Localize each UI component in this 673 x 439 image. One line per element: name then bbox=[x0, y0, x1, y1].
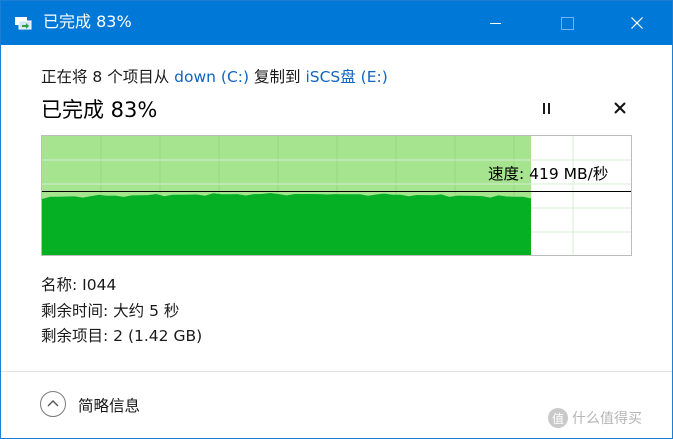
minimize-button[interactable] bbox=[472, 1, 518, 45]
collapse-label[interactable]: 简略信息 bbox=[78, 394, 140, 416]
title-bar[interactable]: 已完成 83% bbox=[1, 1, 672, 45]
time-remaining-value: 大约 5 秒 bbox=[113, 301, 180, 320]
copy-description: 正在将 8 个项目从 down (C:) 复制到 iSCS盘 (E:) bbox=[41, 65, 388, 87]
pause-icon bbox=[542, 101, 550, 115]
maximize-button[interactable] bbox=[544, 1, 590, 45]
speed-label: 速度: 419 MB/秒 bbox=[488, 165, 609, 183]
copy-middle: 复制到 bbox=[253, 68, 301, 86]
name-label: 名称: bbox=[41, 276, 78, 294]
file-copy-icon bbox=[14, 15, 32, 31]
watermark-logo: 值 bbox=[548, 408, 568, 428]
cancel-button[interactable] bbox=[611, 99, 629, 117]
speed-graph: 速度: 419 MB/秒 bbox=[41, 135, 632, 256]
maximize-icon bbox=[560, 16, 574, 30]
items-remaining-value: 2 (1.42 GB) bbox=[113, 327, 203, 345]
close-icon bbox=[631, 17, 643, 29]
watermark: 值 什么值得买 bbox=[548, 408, 642, 428]
detail-items-row: 剩余项目: 2 (1.42 GB) bbox=[41, 324, 202, 350]
collapse-button[interactable] bbox=[40, 391, 66, 417]
detail-time-row: 剩余时间: 大约 5 秒 bbox=[41, 299, 202, 325]
destination-link[interactable]: iSCS盘 (E:) bbox=[305, 68, 387, 86]
copy-prefix: 正在将 8 个项目从 bbox=[41, 68, 170, 86]
source-link[interactable]: down (C:) bbox=[174, 68, 249, 86]
name-value: I044 bbox=[82, 276, 117, 294]
minimize-icon bbox=[489, 22, 501, 24]
watermark-text: 什么值得买 bbox=[572, 411, 642, 427]
items-remaining-label: 剩余项目: bbox=[41, 327, 109, 345]
close-window-button[interactable] bbox=[614, 1, 660, 45]
window-title: 已完成 83% bbox=[43, 12, 132, 31]
close-icon bbox=[614, 102, 626, 114]
chevron-up-icon bbox=[47, 400, 59, 407]
speed-area bbox=[42, 193, 531, 255]
transfer-details: 名称: I044 剩余时间: 大约 5 秒 剩余项目: 2 (1.42 GB) bbox=[41, 273, 202, 350]
time-remaining-label: 剩余时间: bbox=[41, 301, 109, 320]
pause-button[interactable] bbox=[539, 101, 553, 115]
copy-progress-window: 已完成 83% 正在将 8 个项目从 down (C:) 复制到 iSCS盘 (… bbox=[0, 0, 673, 439]
footer: 简略信息 bbox=[1, 372, 672, 438]
progress-heading: 已完成 83% bbox=[41, 98, 158, 122]
detail-name-row: 名称: I044 bbox=[41, 273, 202, 299]
speed-graph-canvas bbox=[42, 136, 631, 255]
